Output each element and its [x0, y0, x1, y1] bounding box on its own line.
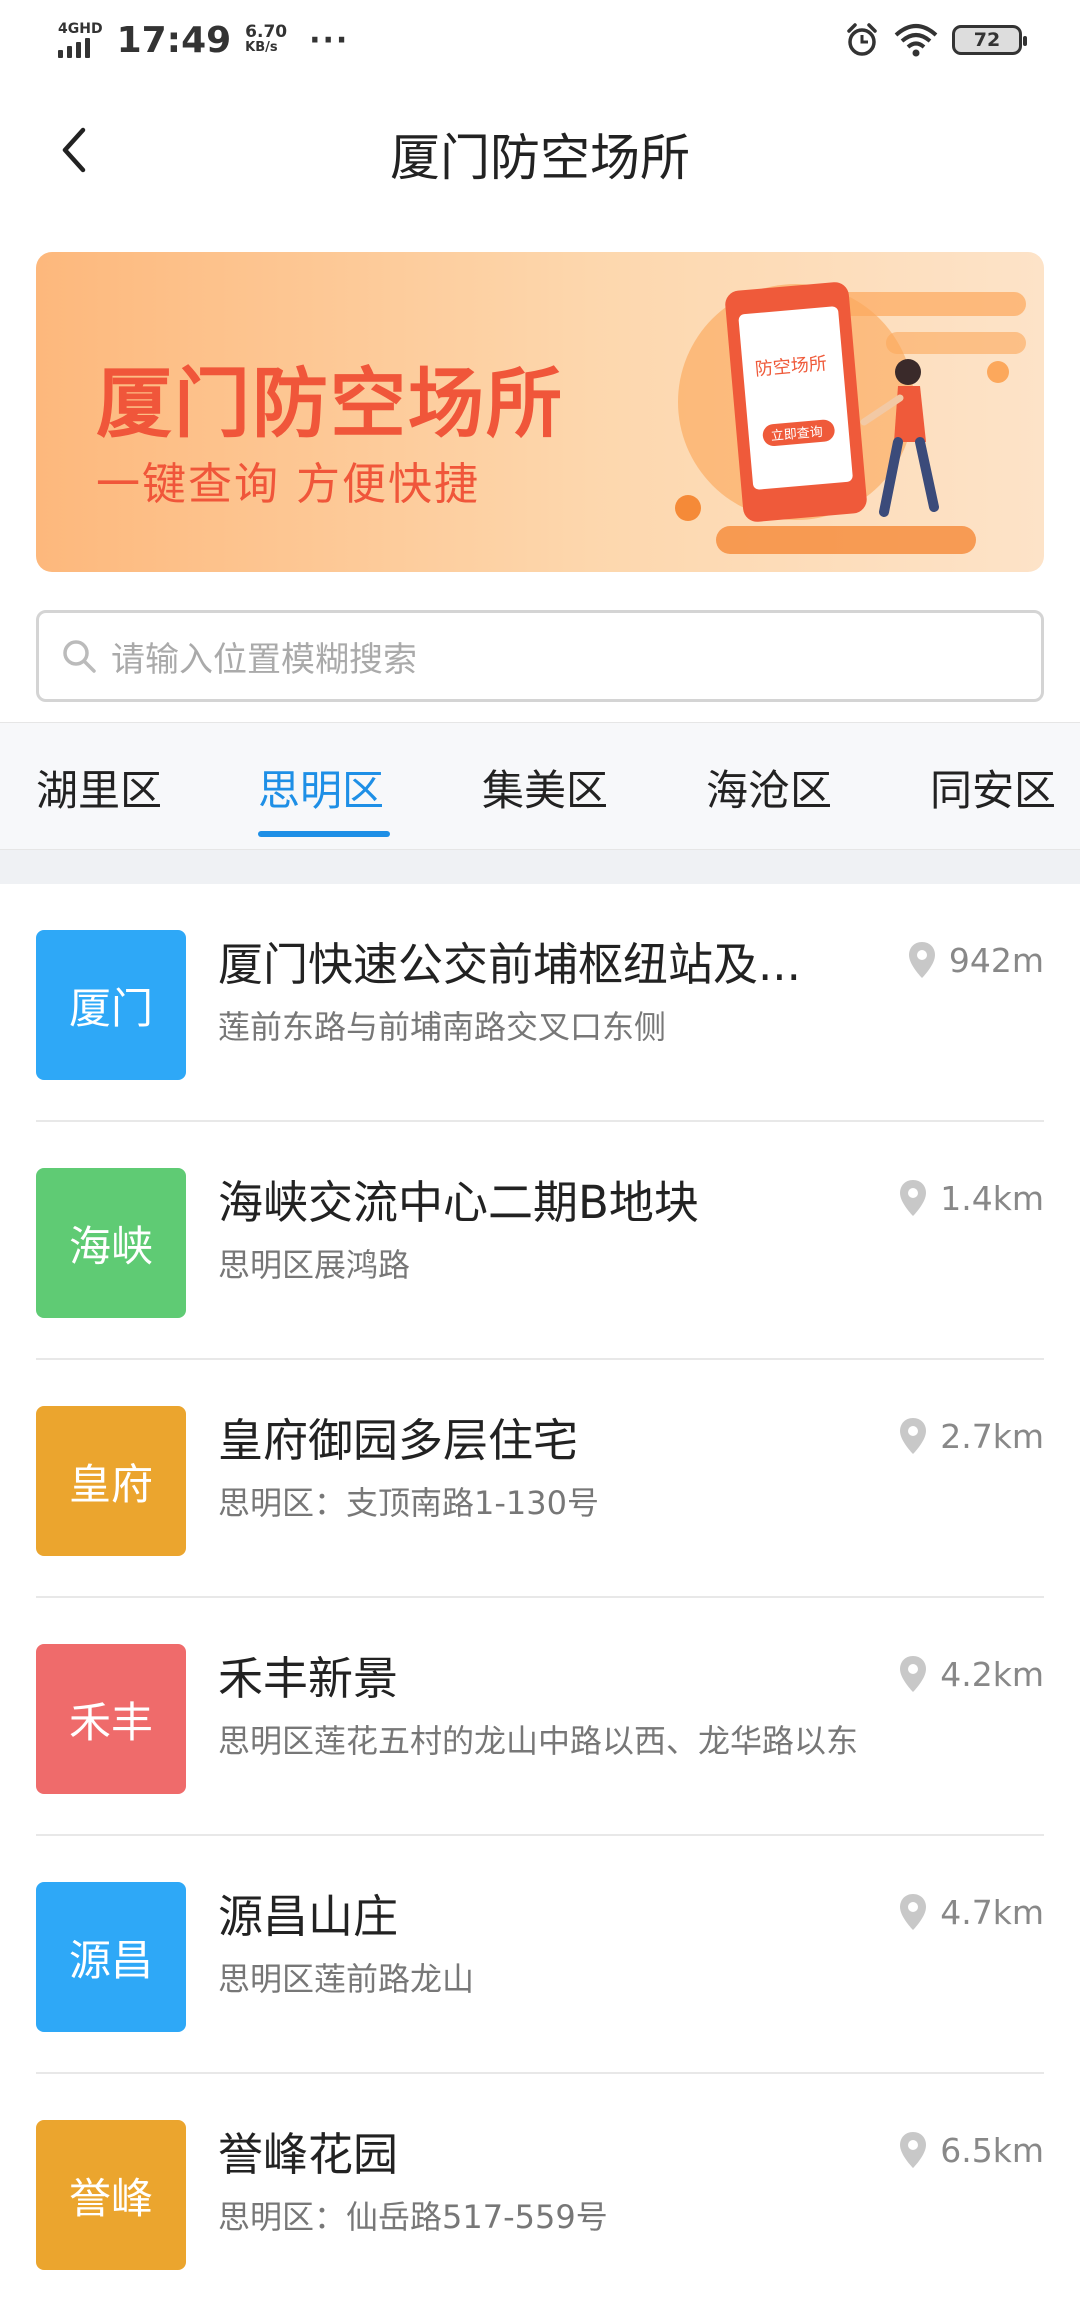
item-distance: 2.7km	[898, 1416, 1044, 1456]
item-badge: 禾丰	[36, 1644, 186, 1794]
item-badge: 誉峰	[36, 2120, 186, 2270]
banner-title: 厦门防空场所	[96, 359, 564, 448]
item-badge: 海峡	[36, 1168, 186, 1318]
distance-text: 2.7km	[940, 1416, 1044, 1456]
location-pin-icon	[900, 1180, 927, 1216]
district-tabs: 湖里区 思明区 集美区 海沧区 同安区	[0, 722, 1080, 850]
item-distance: 4.7km	[898, 1892, 1044, 1932]
list-item[interactable]: 禾丰 禾丰新景 思明区莲花五村的龙山中路以西、龙华路以东 4.2km	[0, 1598, 1080, 1836]
location-pin-icon	[900, 1418, 927, 1454]
item-badge: 源昌	[36, 1882, 186, 2032]
list-item[interactable]: 誉峰 誉峰花园 思明区：仙岳路517-559号 6.5km	[0, 2074, 1080, 2312]
location-pin-icon	[900, 2132, 927, 2168]
item-address: 思明区：支顶南路1-130号	[218, 1484, 599, 1522]
list-item[interactable]: 皇府 皇府御园多层住宅 思明区：支顶南路1-130号 2.7km	[0, 1360, 1080, 1598]
search-input[interactable]: 请输入位置模糊搜索	[36, 610, 1044, 702]
location-pin-icon	[900, 1894, 927, 1930]
more-notifications-icon: ···	[309, 22, 350, 58]
wifi-icon	[894, 24, 938, 57]
status-right: 72	[844, 22, 1027, 58]
item-distance: 1.4km	[898, 1178, 1044, 1218]
network-speed: 6.70 KB/s	[245, 24, 287, 56]
item-name: 源昌山庄	[218, 1890, 399, 1943]
clock: 17:49	[116, 19, 232, 61]
active-tab-indicator	[258, 831, 390, 837]
phone-illustration-icon: 防空场所 立即查询	[675, 282, 1026, 554]
page-title: 厦门防空场所	[390, 129, 690, 187]
search-icon	[63, 640, 96, 673]
banner-subtitle: 一键查询 方便快捷	[96, 459, 480, 510]
cell-signal-icon: 4GHD	[58, 22, 103, 58]
item-address: 思明区展鸿路	[218, 1246, 411, 1284]
battery-icon: 72	[952, 25, 1027, 55]
item-distance: 4.2km	[898, 1654, 1044, 1694]
item-name: 誉峰花园	[218, 2128, 399, 2181]
item-badge: 皇府	[36, 1406, 186, 1556]
distance-text: 4.2km	[940, 1654, 1044, 1694]
title-bar: 厦门防空场所	[0, 80, 1080, 220]
distance-text: 6.5km	[940, 2130, 1044, 2170]
location-pin-icon	[908, 942, 935, 978]
list-item[interactable]: 源昌 源昌山庄 思明区莲前路龙山 4.7km	[0, 1836, 1080, 2074]
item-address: 莲前东路与前埔南路交叉口东侧	[218, 1008, 667, 1046]
distance-text: 942m	[948, 940, 1044, 980]
promo-banner[interactable]: 厦门防空场所 一键查询 方便快捷 防空场所 立即查询	[36, 252, 1044, 572]
network-speed-unit: KB/s	[245, 40, 278, 55]
item-address: 思明区莲前路龙山	[218, 1960, 475, 1998]
status-bar: 4GHD 17:49 6.70 KB/s ··· 72	[0, 0, 1080, 80]
item-distance: 6.5km	[898, 2130, 1044, 2170]
item-address: 思明区莲花五村的龙山中路以西、龙华路以东	[218, 1722, 859, 1760]
location-pin-icon	[900, 1656, 927, 1692]
status-left: 4GHD 17:49 6.70 KB/s ···	[58, 20, 349, 61]
item-name: 禾丰新景	[218, 1652, 399, 1705]
tab-siming[interactable]: 思明区	[258, 757, 384, 818]
section-divider	[0, 850, 1080, 884]
item-name: 皇府御园多层住宅	[218, 1414, 579, 1467]
shelter-list: 厦门 厦门快速公交前埔枢纽站及... 莲前东路与前埔南路交叉口东侧 942m 海…	[0, 884, 1080, 2312]
list-item[interactable]: 厦门 厦门快速公交前埔枢纽站及... 莲前东路与前埔南路交叉口东侧 942m	[0, 884, 1080, 1122]
tab-tongan[interactable]: 同安区	[930, 757, 1056, 818]
list-item[interactable]: 海峡 海峡交流中心二期B地块 思明区展鸿路 1.4km	[0, 1122, 1080, 1360]
tab-haicang[interactable]: 海沧区	[706, 757, 832, 818]
network-type: 4GHD	[58, 21, 103, 37]
item-badge: 厦门	[36, 930, 186, 1080]
item-distance: 942m	[907, 940, 1044, 980]
network-speed-value: 6.70	[245, 22, 288, 42]
item-address: 思明区：仙岳路517-559号	[218, 2198, 608, 2236]
item-name: 厦门快速公交前埔枢纽站及...	[218, 938, 801, 991]
tab-jimei[interactable]: 集美区	[482, 757, 608, 818]
alarm-icon	[847, 23, 877, 56]
battery-level: 72	[973, 29, 1001, 51]
tab-huli[interactable]: 湖里区	[36, 757, 162, 818]
distance-text: 4.7km	[940, 1892, 1044, 1932]
distance-text: 1.4km	[940, 1178, 1044, 1218]
item-name: 海峡交流中心二期B地块	[218, 1176, 699, 1229]
search-placeholder: 请输入位置模糊搜索	[111, 639, 417, 680]
